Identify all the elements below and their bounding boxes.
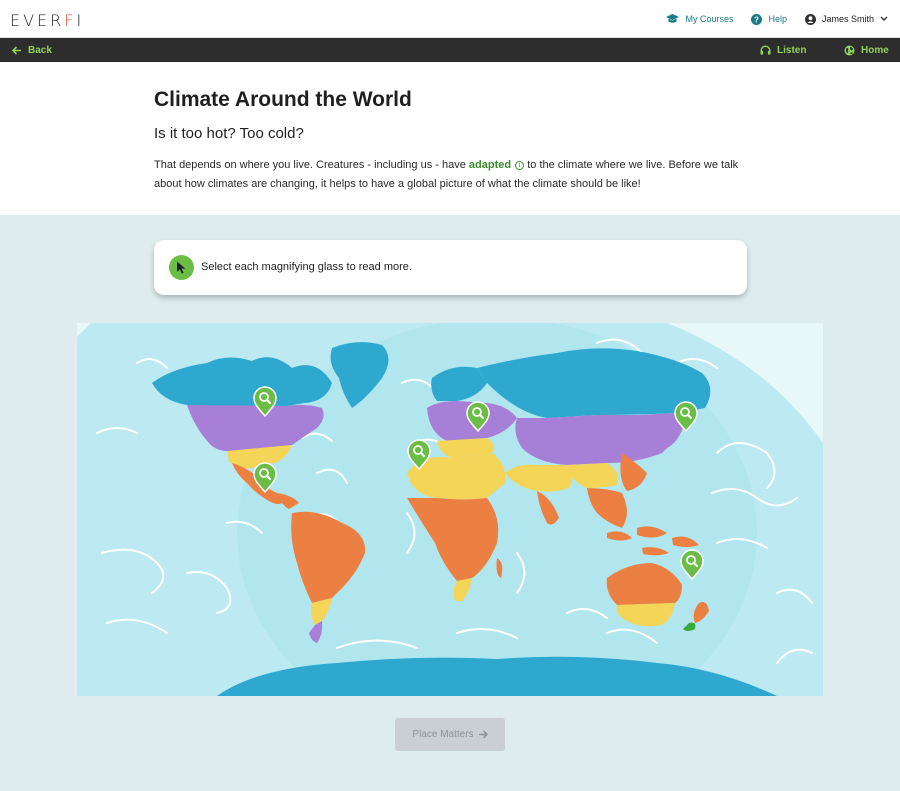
my-courses-link[interactable]: My Courses: [666, 14, 733, 24]
info-icon[interactable]: i: [515, 161, 525, 170]
home-button[interactable]: Home: [844, 38, 889, 62]
intro-paragraph: That depends on where you live. Creature…: [154, 156, 754, 194]
home-label: Home: [861, 44, 889, 56]
help-circle-icon: ?: [751, 13, 763, 25]
my-courses-label: My Courses: [685, 14, 734, 24]
globe-icon: [844, 45, 855, 55]
svg-text:?: ?: [755, 15, 760, 24]
everfi-logo[interactable]: EVERFI: [10, 11, 84, 30]
user-menu[interactable]: James Smith: [804, 13, 888, 25]
place-matters-label: Place Matters: [412, 729, 474, 740]
page-title: Climate Around the World: [154, 88, 412, 111]
listen-label: Listen: [777, 44, 807, 56]
chevron-down-icon: [880, 16, 888, 21]
arrow-left-icon: [12, 45, 21, 55]
top-nav: My Courses ? Help James Smith: [666, 0, 888, 38]
logo-text-pre: EVER: [10, 11, 65, 30]
instruction-card: Select each magnifying glass to read mor…: [154, 240, 747, 295]
cursor-badge: [169, 255, 194, 280]
help-link[interactable]: ? Help: [751, 13, 787, 25]
logo-text-accent: F: [64, 11, 77, 30]
help-label: Help: [768, 14, 787, 24]
place-matters-button[interactable]: Place Matters: [395, 718, 505, 751]
world-map-svg: [77, 323, 823, 696]
user-avatar-icon: [804, 13, 816, 25]
listen-button[interactable]: Listen: [760, 38, 806, 62]
instruction-text: Select each magnifying glass to read mor…: [201, 261, 412, 273]
page-subtitle: Is it too hot? Too cold?: [154, 125, 304, 142]
back-label: Back: [28, 44, 52, 56]
top-header: EVERFI My Courses ? Help James Smith: [0, 0, 900, 38]
user-name-label: James Smith: [821, 14, 874, 24]
headphones-icon: [760, 45, 771, 55]
lesson-navbar: Back Listen Home: [0, 38, 900, 62]
intro-section: Climate Around the World Is it too hot? …: [0, 62, 900, 215]
intro-text-start: That depends on where you live. Creature…: [154, 159, 469, 171]
activity-section: Select each magnifying glass to read mor…: [0, 215, 900, 791]
back-button[interactable]: Back: [12, 38, 52, 62]
mouse-cursor-icon: [177, 261, 186, 274]
climate-world-map: [77, 323, 823, 696]
graduation-cap-icon: [666, 14, 680, 23]
adapted-glossary-link[interactable]: adapted: [469, 159, 511, 171]
logo-text-post: I: [76, 11, 85, 30]
arrow-right-icon: [478, 730, 488, 739]
